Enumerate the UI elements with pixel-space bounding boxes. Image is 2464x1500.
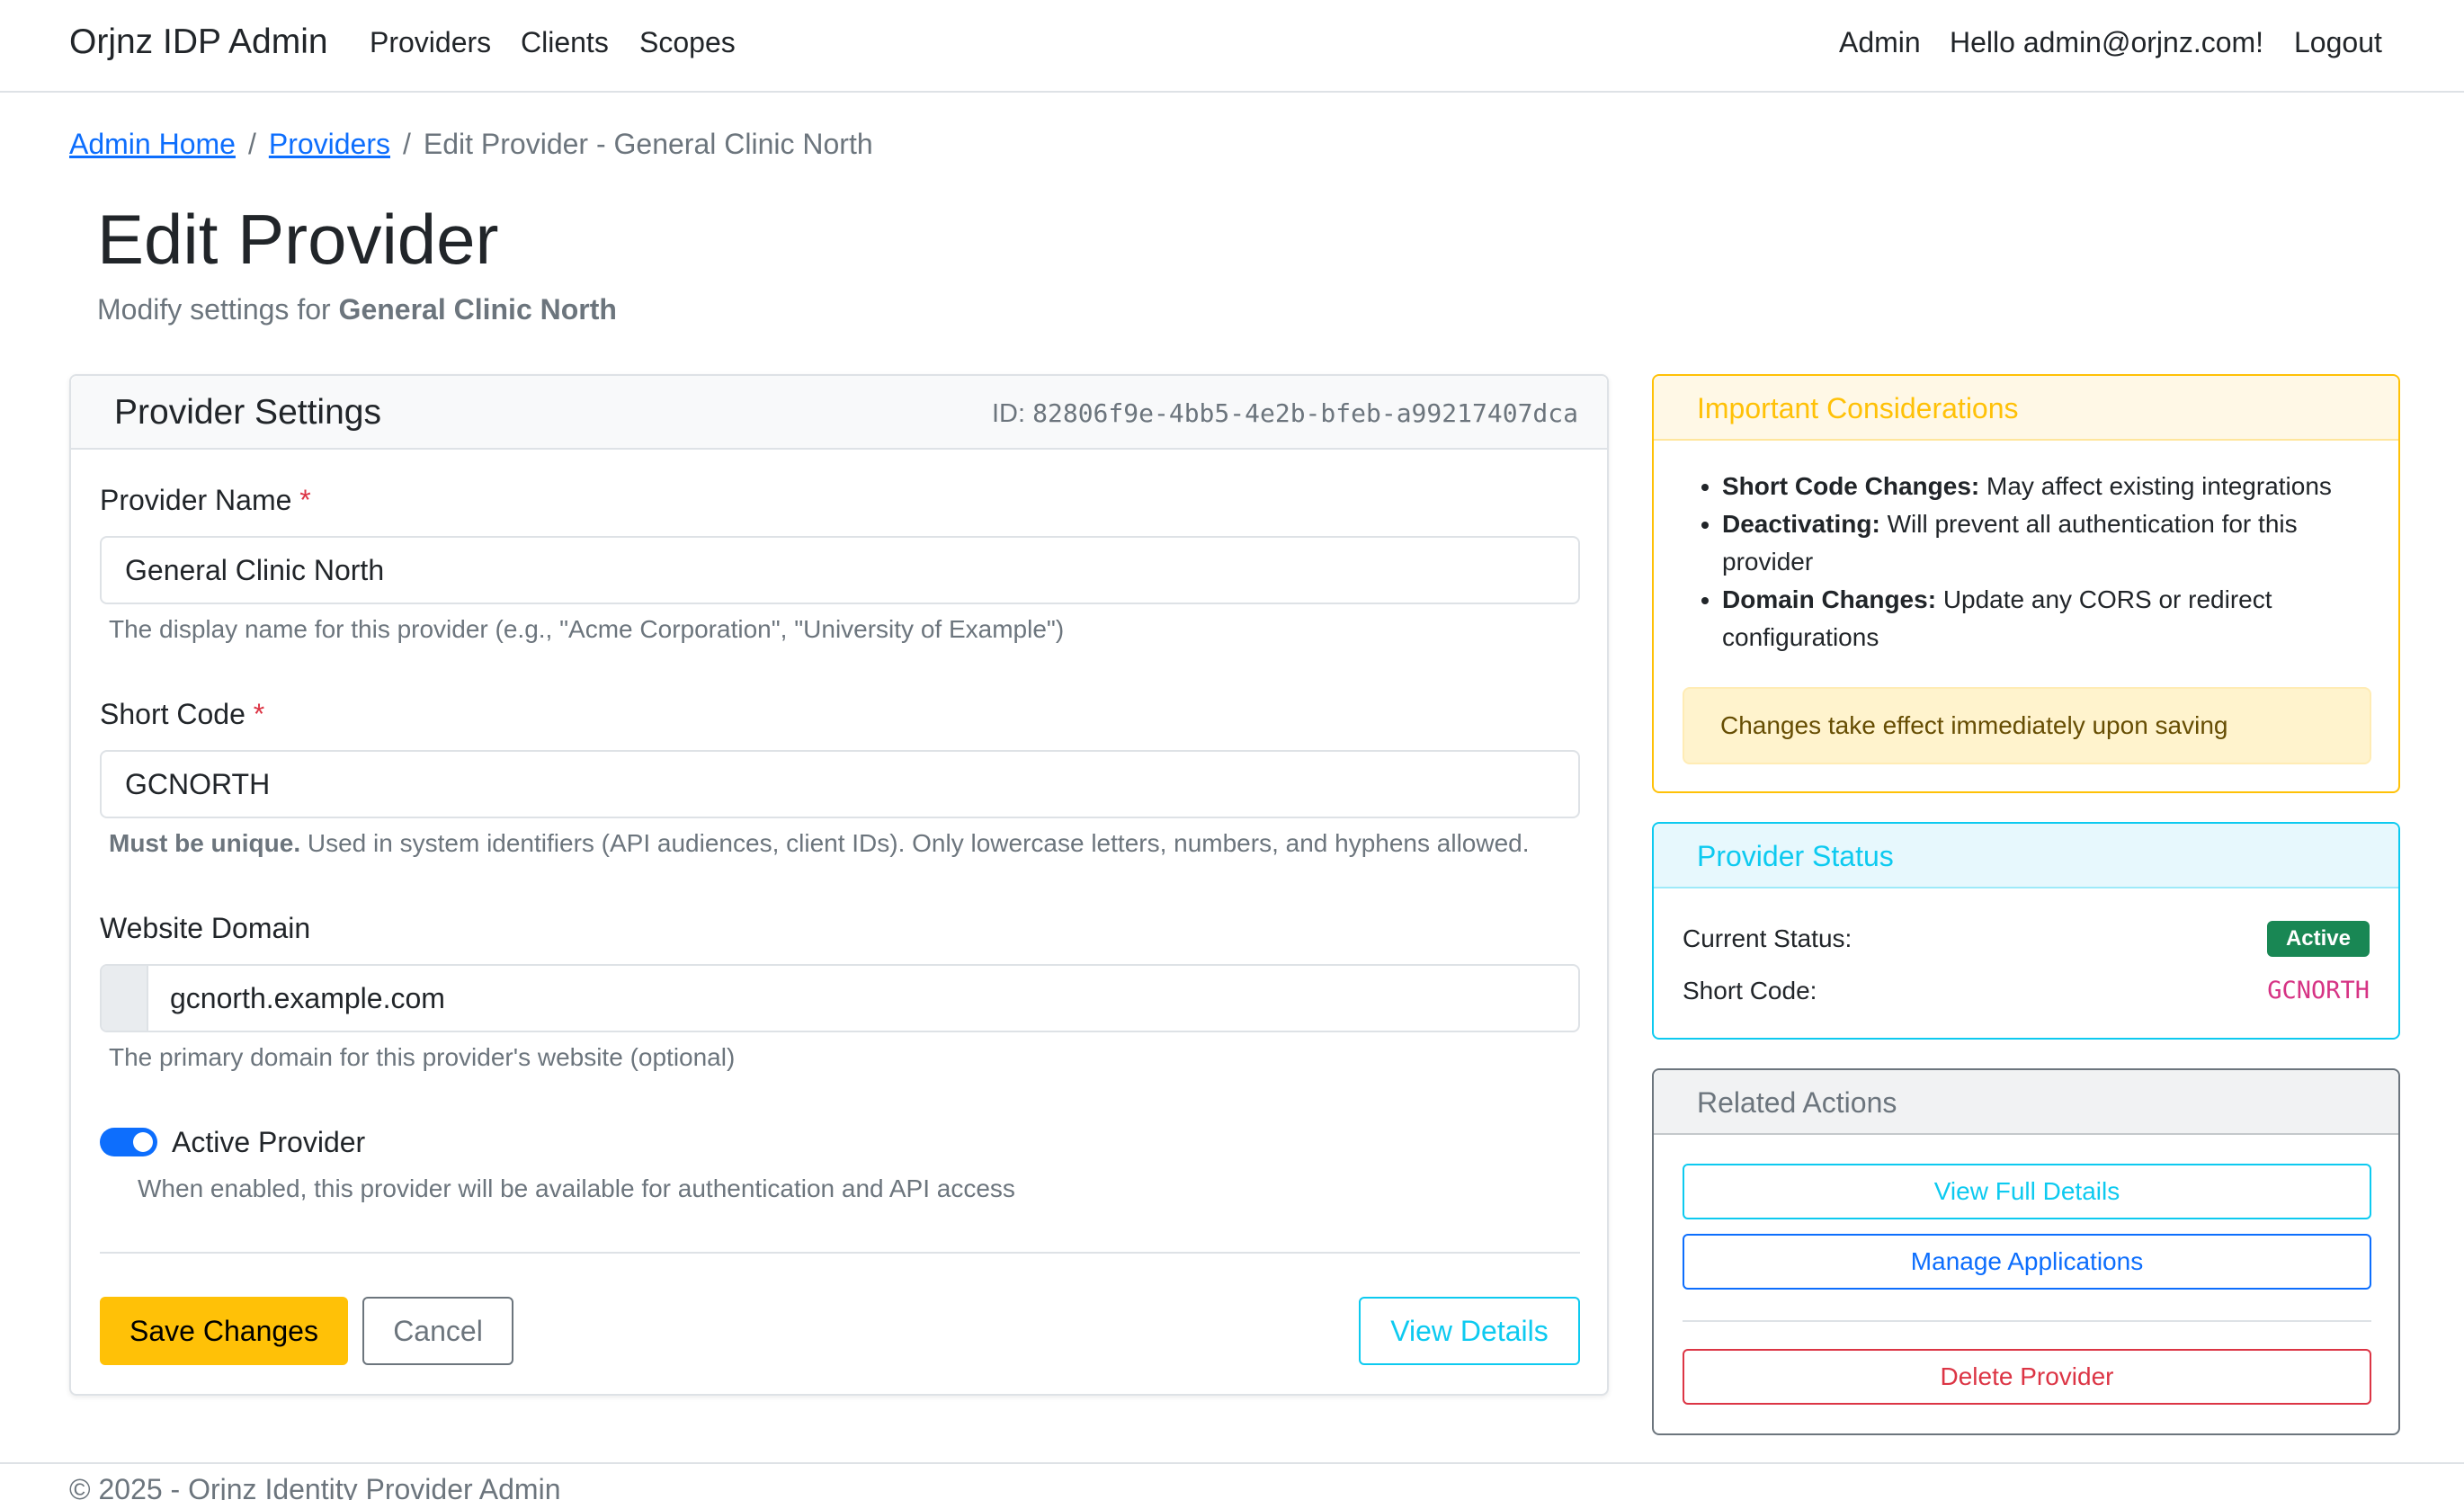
footer-divider bbox=[0, 1462, 2464, 1464]
actions-header: Related Actions bbox=[1654, 1070, 2398, 1135]
domain-prefix-addon bbox=[102, 966, 148, 1031]
provider-settings-card: Provider Settings ID: 82806f9e-4bb5-4e2b… bbox=[69, 374, 1609, 1396]
view-details-button[interactable]: View Details bbox=[1359, 1297, 1580, 1365]
toggle-knob bbox=[133, 1132, 153, 1152]
list-item: Domain Changes: Update any CORS or redir… bbox=[1722, 581, 2371, 656]
required-marker: * bbox=[253, 698, 265, 730]
page-subtitle: Modify settings for General Clinic North bbox=[97, 290, 617, 329]
actions-divider bbox=[1683, 1320, 2371, 1322]
provider-id: ID: 82806f9e-4bb5-4e2b-bfeb-a99217407dca bbox=[992, 397, 1578, 430]
page-subtitle-prefix: Modify settings for bbox=[97, 293, 331, 326]
list-item: Short Code Changes: May affect existing … bbox=[1722, 468, 2371, 505]
changes-alert: Changes take effect immediately upon sav… bbox=[1683, 687, 2371, 764]
status-badge: Active bbox=[2267, 921, 2370, 957]
nav-link-clients[interactable]: Clients bbox=[521, 22, 609, 63]
cancel-button[interactable]: Cancel bbox=[362, 1297, 513, 1365]
short-code-input[interactable]: GCNORTH bbox=[100, 750, 1580, 818]
provider-name-help: The display name for this provider (e.g.… bbox=[109, 615, 1065, 643]
provider-settings-header: Provider Settings ID: 82806f9e-4bb5-4e2b… bbox=[71, 376, 1607, 450]
delete-provider-button[interactable]: Delete Provider bbox=[1683, 1349, 2371, 1405]
footer-text: © 2025 - Orjnz Identity Provider Admin bbox=[69, 1473, 561, 1500]
current-status-label: Current Status: bbox=[1683, 924, 1852, 952]
status-title: Provider Status bbox=[1697, 840, 1894, 872]
manage-applications-button[interactable]: Manage Applications bbox=[1683, 1234, 2371, 1290]
provider-name-input[interactable]: General Clinic North bbox=[100, 536, 1580, 604]
page-title: Edit Provider bbox=[97, 200, 499, 279]
short-code-help: Must be unique. Used in system identifie… bbox=[109, 826, 1530, 862]
short-code-label: Short Code * bbox=[100, 694, 264, 734]
related-actions-card: Related Actions View Full Details Manage… bbox=[1652, 1068, 2400, 1435]
provider-name-label: Provider Name * bbox=[100, 480, 311, 520]
website-domain-help: The primary domain for this provider's w… bbox=[109, 1043, 736, 1071]
short-code-status-label: Short Code: bbox=[1683, 977, 1817, 1004]
breadcrumb-separator: / bbox=[403, 128, 411, 160]
nav-link-admin[interactable]: Admin bbox=[1839, 22, 1921, 63]
nav-link-logout[interactable]: Logout bbox=[2294, 22, 2382, 63]
breadcrumb-separator: / bbox=[247, 128, 256, 160]
brand-link[interactable]: Orjnz IDP Admin bbox=[69, 20, 328, 65]
consideration-bold: Domain Changes: bbox=[1722, 585, 1937, 613]
consideration-text: May affect existing integrations bbox=[1986, 472, 2332, 500]
provider-name-label-text: Provider Name bbox=[100, 484, 292, 516]
short-code-label-text: Short Code bbox=[100, 698, 246, 730]
short-code-value: GCNORTH bbox=[2267, 977, 2370, 1004]
actions-title: Related Actions bbox=[1697, 1086, 1897, 1119]
consideration-bold: Deactivating: bbox=[1722, 510, 1880, 538]
required-marker: * bbox=[299, 484, 311, 516]
save-changes-button[interactable]: Save Changes bbox=[100, 1297, 348, 1365]
view-full-details-button[interactable]: View Full Details bbox=[1683, 1164, 2371, 1219]
nav-user-greeting[interactable]: Hello admin@orjnz.com! bbox=[1950, 22, 2263, 63]
active-provider-label[interactable]: Active Provider bbox=[172, 1122, 365, 1162]
website-domain-label: Website Domain bbox=[100, 912, 311, 944]
active-provider-toggle[interactable] bbox=[100, 1128, 157, 1156]
nav-link-scopes[interactable]: Scopes bbox=[639, 22, 736, 63]
breadcrumb-home-link[interactable]: Admin Home bbox=[69, 128, 236, 160]
provider-settings-title: Provider Settings bbox=[114, 393, 381, 432]
active-provider-help: When enabled, this provider will be avai… bbox=[138, 1174, 1015, 1202]
considerations-list: Short Code Changes: May affect existing … bbox=[1697, 468, 2371, 656]
form-divider bbox=[100, 1252, 1580, 1254]
provider-status-card: Provider Status Current Status: Active S… bbox=[1652, 822, 2400, 1040]
list-item: Deactivating: Will prevent all authentic… bbox=[1722, 505, 2371, 581]
provider-id-label: ID: bbox=[992, 399, 1026, 428]
breadcrumb-current: Edit Provider - General Clinic North bbox=[423, 128, 873, 160]
short-code-help-bold: Must be unique. bbox=[109, 829, 301, 857]
website-domain-input-group[interactable]: gcnorth.example.com bbox=[100, 964, 1580, 1032]
breadcrumb-providers-link[interactable]: Providers bbox=[269, 128, 390, 160]
provider-id-value: 82806f9e-4bb5-4e2b-bfeb-a99217407dca bbox=[1032, 398, 1578, 428]
breadcrumb: Admin Home / Providers / Edit Provider - Gen… bbox=[69, 124, 873, 164]
considerations-title: Important Considerations bbox=[1697, 392, 2019, 424]
top-navbar: Orjnz IDP Admin Providers Clients Scopes… bbox=[0, 0, 2464, 93]
nav-link-providers[interactable]: Providers bbox=[370, 22, 491, 63]
page-subtitle-provider-name: General Clinic North bbox=[338, 293, 617, 326]
website-domain-input[interactable]: gcnorth.example.com bbox=[170, 966, 445, 1031]
important-considerations-card: Important Considerations Short Code Chan… bbox=[1652, 374, 2400, 793]
consideration-bold: Short Code Changes: bbox=[1722, 472, 1980, 500]
considerations-header: Important Considerations bbox=[1654, 376, 2398, 441]
status-header: Provider Status bbox=[1654, 824, 2398, 888]
short-code-help-text: Used in system identifiers (API audience… bbox=[307, 829, 1530, 857]
